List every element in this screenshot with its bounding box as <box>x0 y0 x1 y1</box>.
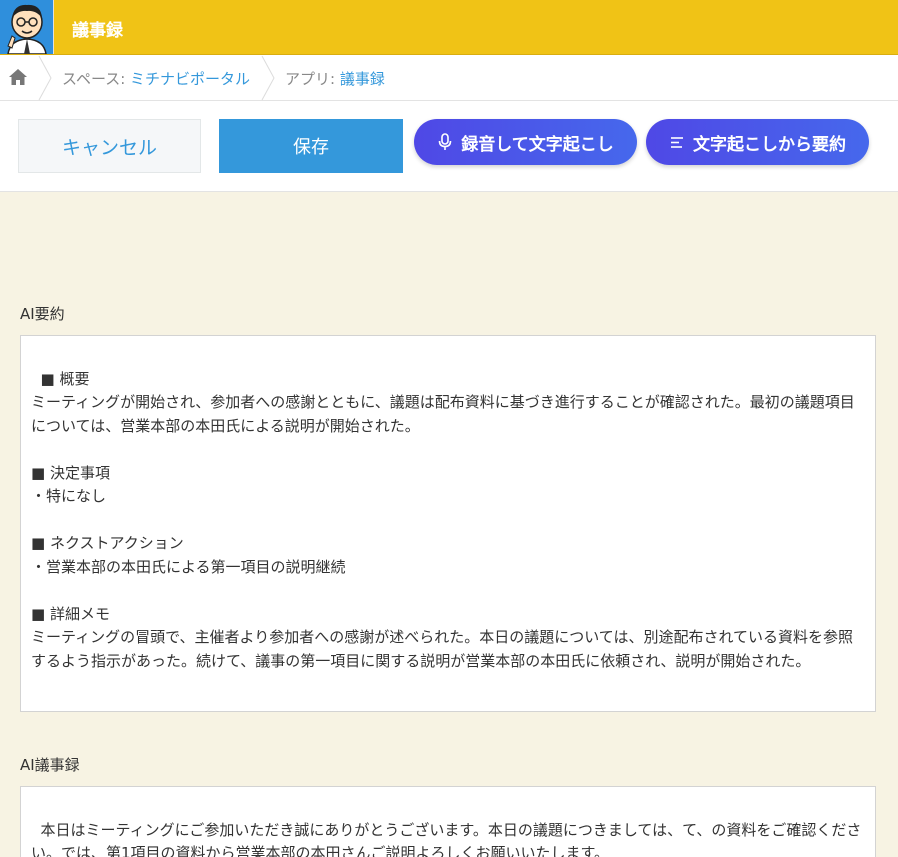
app-title: 議事録 <box>72 21 123 41</box>
breadcrumb-app-link[interactable]: 議事録 <box>340 70 385 88</box>
breadcrumb-app[interactable]: アプリ: 議事録 <box>285 68 385 89</box>
ai-minutes-textarea[interactable]: 本日はミーティングにご参加いただき誠にありがとうございます。本日の議題につきまし… <box>20 786 876 857</box>
resize-grip-icon[interactable] <box>861 697 873 709</box>
record-transcribe-label: 録音して文字起こし <box>461 134 614 155</box>
home-icon[interactable] <box>8 68 30 88</box>
ai-minutes-text: 本日はミーティングにご参加いただき誠にありがとうございます。本日の議題につきまし… <box>31 820 862 857</box>
summarize-transcript-label: 文字起こしから要約 <box>693 134 846 155</box>
ai-minutes-label: AI議事録 <box>20 756 80 774</box>
ai-summary-label: AI要約 <box>20 305 65 323</box>
breadcrumb-separator <box>261 55 275 101</box>
breadcrumb-space-prefix: スペース: <box>62 70 131 88</box>
breadcrumb-space-link[interactable]: ミチナビポータル <box>130 70 250 88</box>
cartoon-person-avatar-icon[interactable] <box>0 0 54 54</box>
breadcrumb-separator <box>38 55 52 101</box>
save-button[interactable]: 保存 <box>219 119 403 173</box>
breadcrumb-space[interactable]: スペース: ミチナビポータル <box>62 68 250 89</box>
ai-summary-text: ■ 概要 ミーティングが開始され、参加者への感謝とともに、議題は配布資料に基づき… <box>31 369 855 670</box>
microphone-icon <box>437 133 453 151</box>
text-lines-icon <box>669 133 685 151</box>
cancel-button[interactable]: キャンセル <box>18 119 201 173</box>
record-toolbar: キャンセル 保存 録音して文字起こし 文字起こしから要約 <box>0 101 898 192</box>
app-header: 議事録 <box>0 0 898 55</box>
ai-summary-textarea[interactable]: ■ 概要 ミーティングが開始され、参加者への感謝とともに、議題は配布資料に基づき… <box>20 335 876 712</box>
breadcrumb-app-prefix: アプリ: <box>285 70 340 88</box>
summarize-transcript-button[interactable]: 文字起こしから要約 <box>646 119 869 165</box>
breadcrumb: スペース: ミチナビポータル アプリ: 議事録 <box>0 55 898 101</box>
record-transcribe-button[interactable]: 録音して文字起こし <box>414 119 637 165</box>
